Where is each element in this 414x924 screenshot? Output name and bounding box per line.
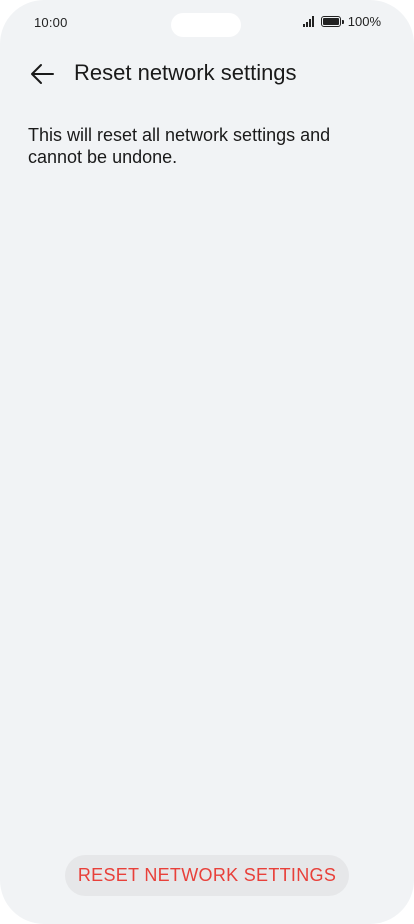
battery-full-icon xyxy=(320,16,344,27)
camera-island xyxy=(171,13,241,37)
app-header: Reset network settings xyxy=(0,52,414,96)
reset-description: This will reset all network settings and… xyxy=(28,125,331,167)
reset-network-settings-button[interactable]: RESET NETWORK SETTINGS xyxy=(65,855,349,896)
status-indicators: 100% xyxy=(302,14,381,29)
back-button[interactable] xyxy=(22,56,62,92)
status-bar: 10:00 100% xyxy=(0,0,414,46)
signal-bars-icon xyxy=(302,16,314,27)
page-title: Reset network settings xyxy=(74,60,297,85)
phone-screen: 10:00 100% Reset network settings This w… xyxy=(0,0,414,924)
status-time: 10:00 xyxy=(34,15,68,30)
arrow-left-icon xyxy=(31,64,54,84)
battery-percent: 100% xyxy=(347,14,381,29)
